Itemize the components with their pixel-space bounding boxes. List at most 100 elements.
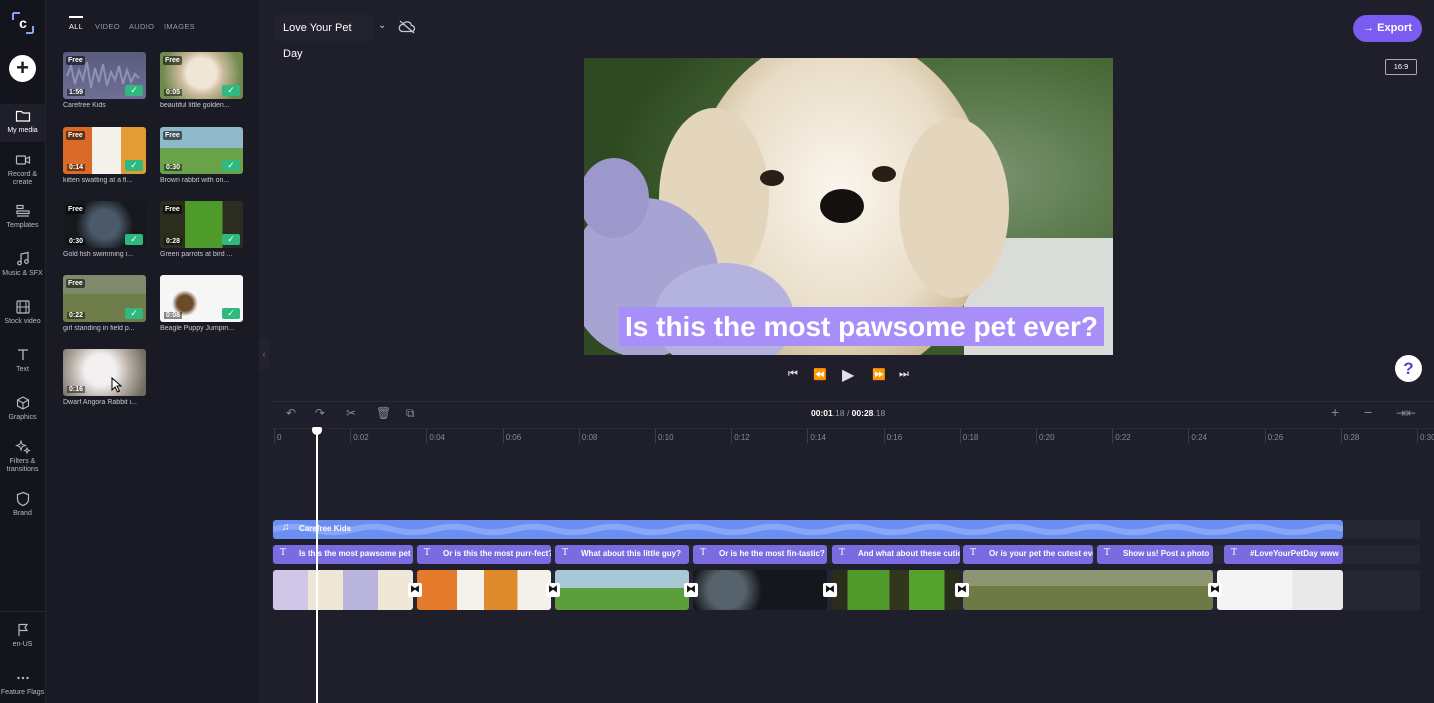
text-icon: T [1104, 547, 1111, 558]
check-icon: ✓ [125, 234, 143, 245]
ruler-tick-label: 0:02 [353, 433, 369, 442]
transition-icon[interactable]: ⧓ [408, 583, 422, 597]
video-preview[interactable]: Is this the most pawsome pet ever? [584, 58, 1113, 355]
text-clip[interactable]: T And what about these cuties? [832, 545, 960, 564]
text-clip[interactable]: T #LoveYourPetDay www [1224, 545, 1343, 564]
text-icon: T [970, 547, 977, 558]
nav-my-media[interactable]: My media [0, 104, 45, 142]
ruler-tick [1188, 429, 1190, 443]
text-clip[interactable]: T Or is he the most fin-tastic? [693, 545, 827, 564]
video-clip-goldfish[interactable] [693, 570, 827, 610]
export-button[interactable]: → Export [1353, 15, 1422, 42]
media-label: Beagle Puppy Jumpin... [160, 325, 234, 332]
video-clip-puppy[interactable] [273, 570, 413, 610]
check-icon: ✓ [222, 160, 240, 171]
project-title[interactable]: Love Your Pet Day [275, 15, 373, 60]
fast-forward-icon[interactable]: ⏩ [872, 368, 886, 381]
nav-text[interactable]: Text [0, 347, 45, 374]
preview-caption[interactable]: Is this the most pawsome pet ever? [619, 307, 1105, 346]
ruler-tick-label: 0:22 [1115, 433, 1131, 442]
panel-collapse-button[interactable]: ‹ [259, 338, 269, 370]
video-clip-girl-field[interactable] [963, 570, 1213, 610]
chevron-down-icon[interactable]: ⌄ [378, 20, 386, 31]
zoom-in-icon[interactable]: + [1331, 404, 1339, 420]
video-clip-beagle[interactable] [1217, 570, 1343, 610]
current-time-frac: .18 [832, 408, 845, 418]
timeline-ruler[interactable] [272, 428, 1434, 446]
free-badge: Free [66, 131, 85, 140]
duration-label: 0:30 [67, 238, 86, 245]
media-thumb-brown-rabbit[interactable]: Free 0:30 ✓ [160, 127, 243, 174]
help-button[interactable]: ? [1395, 355, 1422, 382]
text-clip-label: Or is this the most purr-fect? [443, 549, 551, 558]
nav-brand[interactable]: Brand [0, 491, 45, 518]
tab-audio[interactable]: AUDIO [129, 16, 154, 31]
check-icon: ✓ [125, 308, 143, 319]
media-label: Green parrots at bird ... [160, 251, 233, 258]
nav-music-sfx[interactable]: Music & SFX [0, 251, 45, 278]
media-thumb-golden-puppy[interactable]: Free 0:05 ✓ [160, 52, 243, 99]
media-panel: ALL VIDEO AUDIO IMAGES Free 1:59 ✓ Caref… [46, 0, 259, 703]
video-clip-parrots[interactable] [832, 570, 960, 610]
split-scissors-icon[interactable]: ✂ [346, 406, 356, 420]
nav-feature-flags[interactable]: Feature Flags [0, 670, 45, 697]
text-clip[interactable]: T What about this little guy? [555, 545, 689, 564]
add-button[interactable]: + [9, 55, 36, 82]
playhead[interactable] [316, 428, 318, 703]
duplicate-icon[interactable]: ⧉ [406, 406, 415, 421]
text-clip[interactable]: TIs this the most pawsome pet ever? [273, 545, 413, 564]
nav-templates[interactable]: Templates [0, 203, 45, 230]
text-clip[interactable]: T Or is your pet the cutest ever? [963, 545, 1093, 564]
transition-icon[interactable]: ⧓ [684, 583, 698, 597]
aspect-ratio-button[interactable]: 16:9 [1385, 59, 1417, 75]
undo-icon[interactable]: ↶ [286, 406, 296, 420]
text-clip[interactable]: T Or is this the most purr-fect? [417, 545, 551, 564]
check-icon: ✓ [125, 160, 143, 171]
video-clip-kitten[interactable] [417, 570, 551, 610]
tab-video[interactable]: VIDEO [95, 16, 120, 31]
redo-icon[interactable]: ↷ [315, 406, 325, 420]
delete-icon[interactable]: 🗑 [376, 406, 391, 420]
text-icon: T [839, 547, 846, 558]
ruler-tick [1340, 429, 1342, 443]
zoom-out-icon[interactable]: − [1364, 404, 1372, 420]
nav-label: Text [16, 366, 29, 373]
nav-label: Record & create [7, 171, 38, 186]
transition-icon[interactable]: ⧓ [823, 583, 837, 597]
current-time: 00:01 [811, 408, 833, 418]
cloud-off-icon[interactable] [398, 19, 416, 35]
fit-timeline-icon[interactable]: ⇥⇤ [1396, 406, 1416, 420]
skip-start-icon[interactable]: ⏮ [788, 368, 798, 381]
nav-record-create[interactable]: Record & create [0, 152, 45, 187]
media-label: beautiful little golden... [160, 102, 230, 109]
media-thumb-beagle-puppy[interactable]: 0:08 ✓ [160, 275, 243, 322]
tab-images[interactable]: IMAGES [164, 16, 195, 31]
media-thumb-green-parrots[interactable]: Free 0:28 ✓ [160, 201, 243, 248]
nav-stock-video[interactable]: Stock video [0, 299, 45, 326]
rewind-icon[interactable]: ⏪ [813, 368, 827, 381]
media-thumb-goldfish[interactable]: Free 0:30 ✓ [63, 201, 146, 248]
skip-end-icon[interactable]: ⏭ [899, 368, 909, 381]
text-icon: T [700, 547, 707, 558]
play-icon[interactable]: ▶ [842, 365, 854, 385]
nav-filters-transitions[interactable]: Filters & transitions [0, 439, 45, 474]
ruler-tick [883, 429, 885, 443]
media-thumb-angora-rabbit[interactable]: 0:16 [63, 349, 146, 396]
tab-all[interactable]: ALL [69, 16, 84, 31]
media-label: Gold fish swimming i... [63, 251, 134, 258]
nav-graphics[interactable]: Graphics [0, 395, 45, 422]
media-thumb-kitten[interactable]: Free 0:14 ✓ [63, 127, 146, 174]
audio-clip[interactable]: ♫ Carefree Kids [273, 520, 1343, 539]
clipchamp-logo-icon[interactable]: c [10, 10, 36, 36]
transition-icon[interactable]: ⧓ [1208, 583, 1222, 597]
video-clip-rabbit[interactable] [555, 570, 689, 610]
nav-language[interactable]: en-US [0, 622, 45, 649]
ruler-tick [1417, 429, 1418, 443]
media-thumb-carefree-kids[interactable]: Free 1:59 ✓ [63, 52, 146, 99]
transition-icon[interactable]: ⧓ [546, 583, 560, 597]
more-dots-icon [16, 676, 29, 680]
text-clip[interactable]: T Show us! Post a photo [1097, 545, 1213, 564]
duration-label: 1:59 [67, 89, 86, 96]
media-thumb-girl-field[interactable]: Free 0:22 ✓ [63, 275, 146, 322]
transition-icon[interactable]: ⧓ [955, 583, 969, 597]
